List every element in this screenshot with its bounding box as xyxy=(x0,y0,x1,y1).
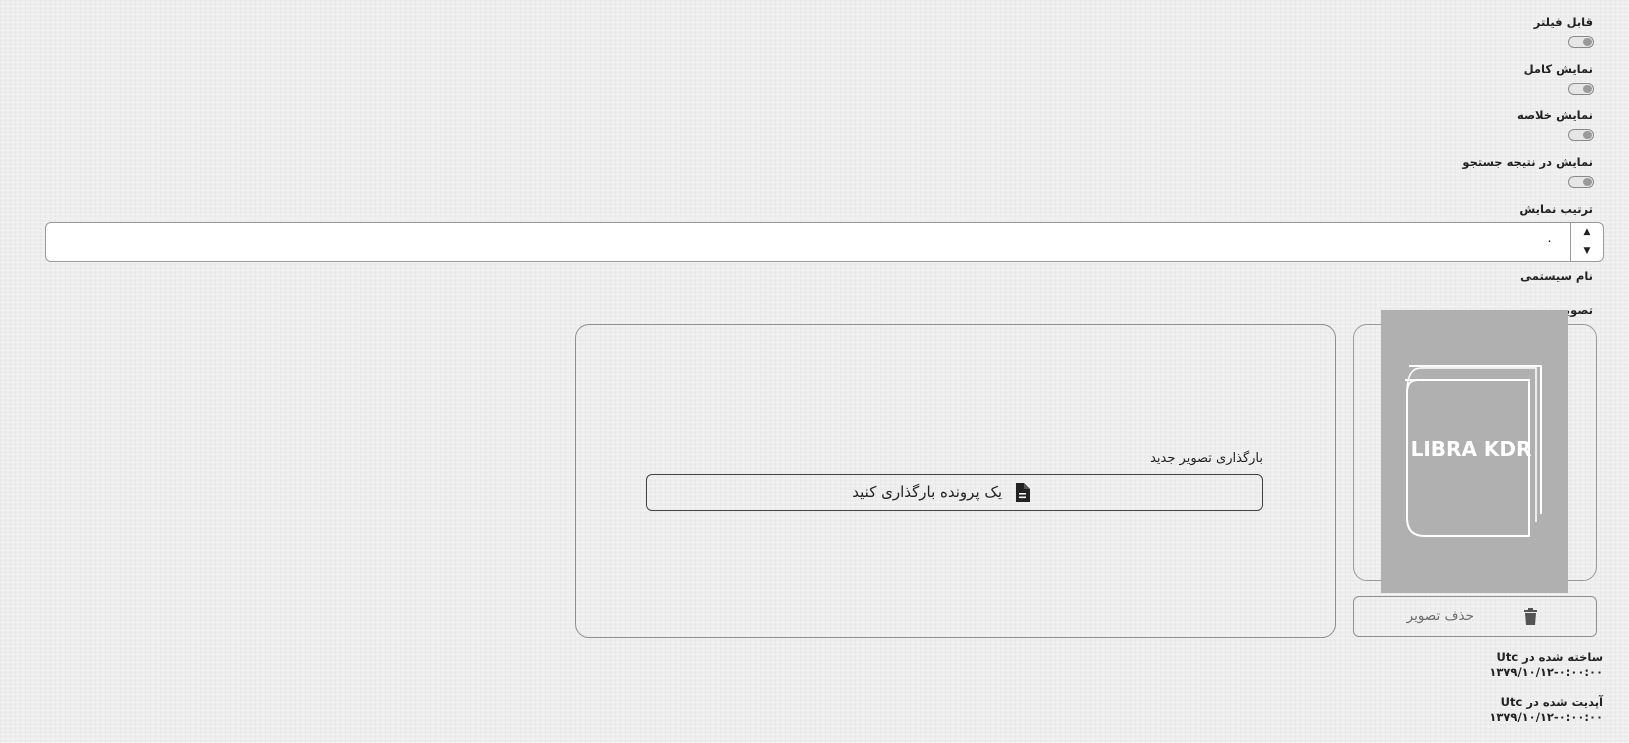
upload-file-button[interactable]: یک پرونده بارگذاری کنید xyxy=(646,474,1263,511)
display-order-label: ترتیب نمایش xyxy=(1519,202,1593,216)
filterable-toggle[interactable] xyxy=(1568,36,1594,48)
full-display-toggle[interactable] xyxy=(1568,83,1594,95)
toggle-knob xyxy=(1583,131,1592,139)
delete-button-label: حذف تصویر xyxy=(1406,608,1474,624)
toggle-knob xyxy=(1583,38,1592,46)
book-cover-text: LIBRA KDR xyxy=(1411,437,1532,461)
number-stepper[interactable]: ▲ ▼ xyxy=(1570,223,1603,261)
full-display-label: نمایش کامل xyxy=(1523,62,1593,76)
search-result-display-toggle[interactable] xyxy=(1568,176,1594,188)
upload-button-label: یک پرونده بارگذاری کنید xyxy=(852,483,1002,501)
created-value: ۱۳۷۹/۱۰/۱۲-۰:۰۰:۰۰ xyxy=(1489,665,1603,679)
search-result-display-label: نمایش در نتیجه جستجو xyxy=(1462,155,1593,169)
caret-down-icon[interactable]: ▼ xyxy=(1571,242,1603,261)
summary-display-toggle[interactable] xyxy=(1568,129,1594,141)
toggle-knob xyxy=(1583,178,1592,186)
upload-title: بارگذاری تصویر جدید xyxy=(1150,451,1263,466)
created-label: ساخته شده در Utc xyxy=(1496,650,1603,664)
updated-label: آپدیت شده در Utc xyxy=(1500,695,1603,709)
summary-display-label: نمایش خلاصه xyxy=(1516,108,1593,122)
display-order-input[interactable]: ۰ ▲ ▼ xyxy=(45,222,1604,262)
delete-image-button[interactable]: حذف تصویر xyxy=(1353,596,1597,637)
filterable-label: قابل فیلتر xyxy=(1533,15,1593,29)
system-name-label: نام سیستمی xyxy=(1520,269,1593,283)
display-order-value: ۰ xyxy=(1546,234,1553,249)
trash-icon xyxy=(1524,608,1537,629)
caret-up-icon[interactable]: ▲ xyxy=(1571,223,1603,242)
toggle-knob xyxy=(1583,85,1592,93)
updated-value: ۱۳۷۹/۱۰/۱۲-۰:۰۰:۰۰ xyxy=(1489,710,1603,724)
book-cover-image: LIBRA KDR xyxy=(1381,310,1568,593)
file-icon xyxy=(1015,483,1030,506)
